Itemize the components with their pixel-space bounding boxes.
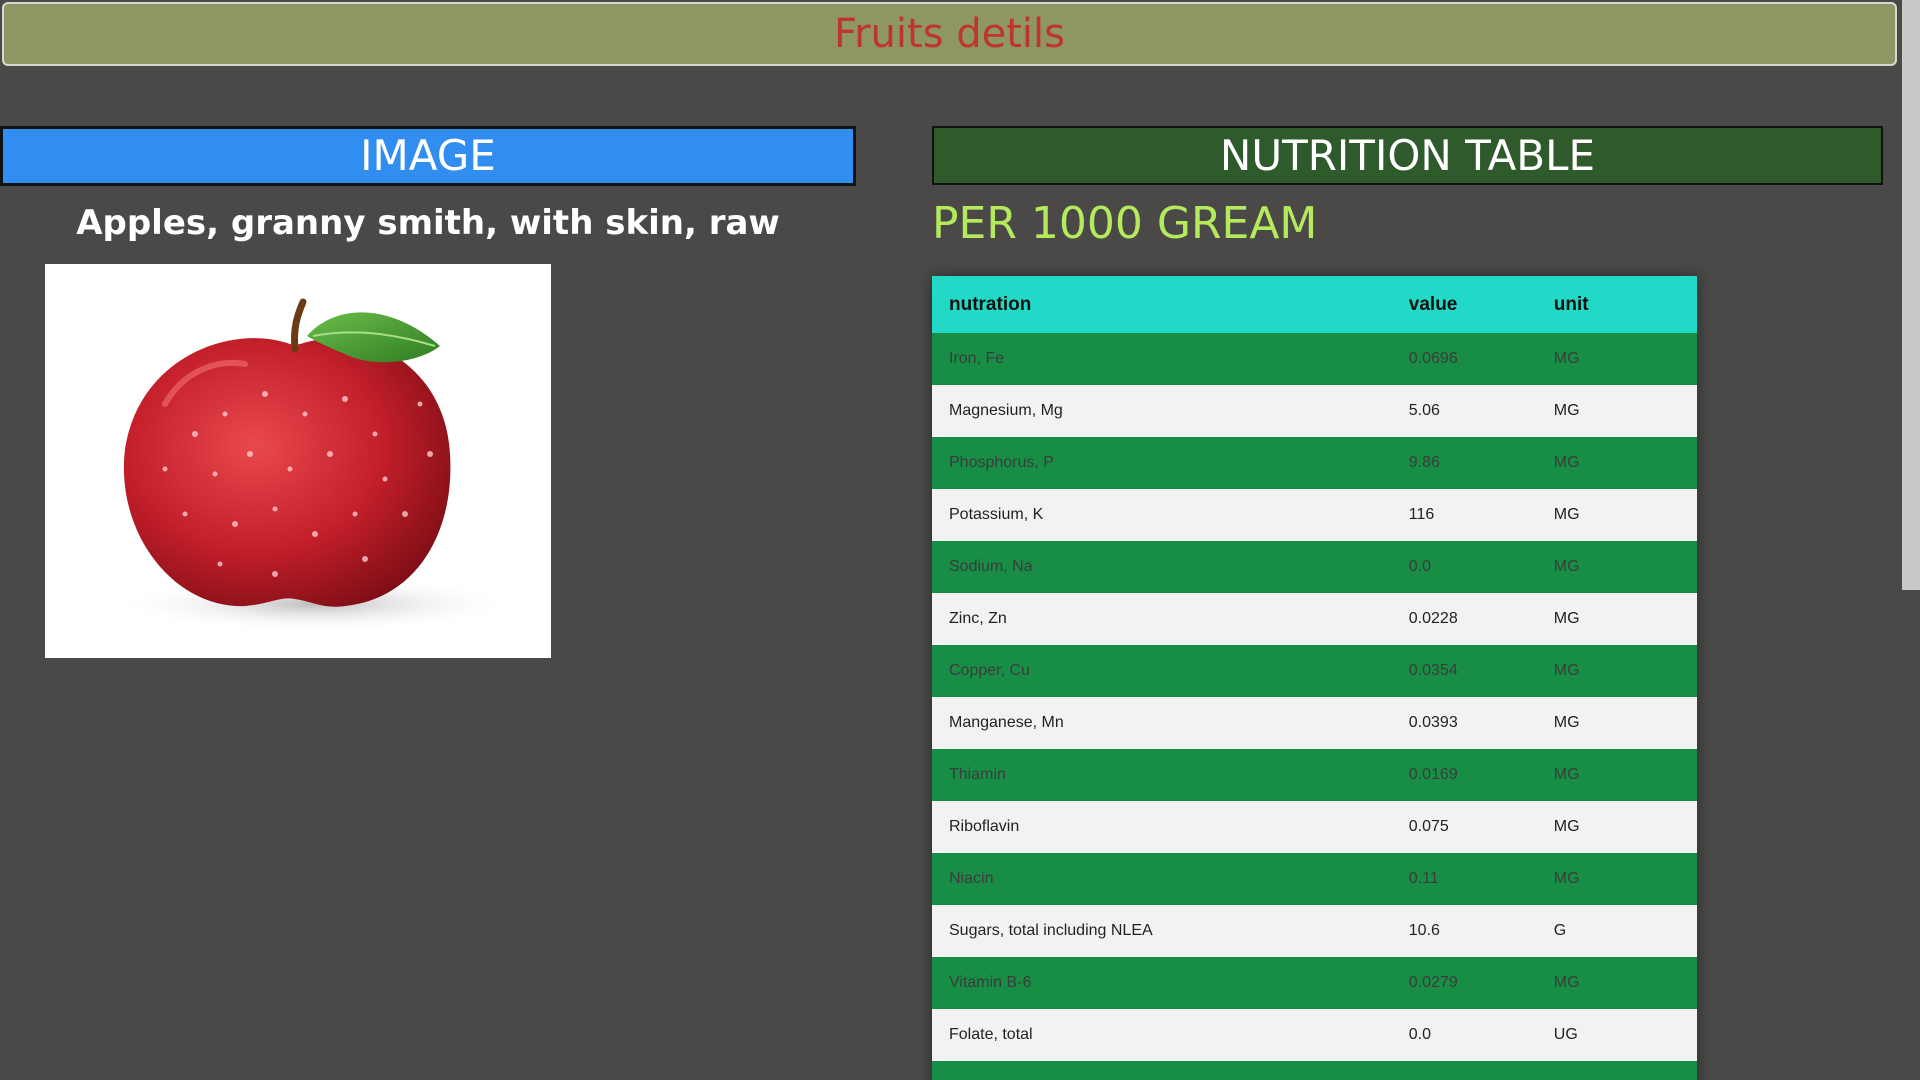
- vertical-scrollbar[interactable]: [1902, 0, 1920, 1080]
- table-row: Magnesium, Mg 5.06 MG: [932, 385, 1697, 437]
- column-header-nutration: nutration: [932, 276, 1392, 333]
- nutrient-value: 0.075: [1391, 801, 1537, 853]
- nutrient-value: 0.0279: [1391, 957, 1537, 1009]
- table-row: Thiamin 0.0169 MG: [932, 749, 1697, 801]
- nutrient-name: Zinc, Zn: [932, 593, 1392, 645]
- nutrient-name: Manganese, Mn: [932, 697, 1392, 749]
- nutrient-unit: MG: [1536, 333, 1697, 385]
- nutrient-unit: G: [1536, 905, 1697, 957]
- nutrient-name: Sugars, total including NLEA: [932, 905, 1392, 957]
- nutrient-name: Phosphorus, P: [932, 437, 1392, 489]
- nutrition-section-title: NUTRITION TABLE: [1219, 131, 1596, 180]
- title-bar: Fruits detils: [2, 2, 1897, 66]
- nutrient-value: 0.0696: [1391, 333, 1537, 385]
- nutrient-unit: [1536, 1061, 1697, 1080]
- nutrient-unit: MG: [1536, 801, 1697, 853]
- nutrition-table-wrapper: nutration value unit Iron, Fe 0.0696 MG …: [932, 276, 1697, 1080]
- scrollbar-thumb[interactable]: [1902, 0, 1920, 590]
- nutrient-value: 0.0354: [1391, 645, 1537, 697]
- nutrient-unit: MG: [1536, 541, 1697, 593]
- table-row: Iron, Fe 0.0696 MG: [932, 333, 1697, 385]
- nutrient-unit: MG: [1536, 385, 1697, 437]
- table-row: Copper, Cu 0.0354 MG: [932, 645, 1697, 697]
- nutrient-name: Magnesium, Mg: [932, 385, 1392, 437]
- table-row: Phosphorus, P 9.86 MG: [932, 437, 1697, 489]
- table-row: Vitamin B-6 0.0279 MG: [932, 957, 1697, 1009]
- nutrient-value: [1391, 1061, 1537, 1080]
- nutrient-value: 0.0169: [1391, 749, 1537, 801]
- apple-illustration: [115, 298, 515, 632]
- nutrient-value: 10.6: [1391, 905, 1537, 957]
- image-section-title: IMAGE: [360, 131, 496, 180]
- table-row: Manganese, Mn 0.0393 MG: [932, 697, 1697, 749]
- nutrient-unit: MG: [1536, 593, 1697, 645]
- table-row: Niacin 0.11 MG: [932, 853, 1697, 905]
- nutrient-value: 116: [1391, 489, 1537, 541]
- table-row: Potassium, K 116 MG: [932, 489, 1697, 541]
- nutrient-name: Vitamin B-6: [932, 957, 1392, 1009]
- table-row: Sugars, total including NLEA 10.6 G: [932, 905, 1697, 957]
- nutrient-name: Potassium, K: [932, 489, 1392, 541]
- nutrient-unit: MG: [1536, 853, 1697, 905]
- table-header-row: nutration value unit: [932, 276, 1697, 333]
- table-row: Zinc, Zn 0.0228 MG: [932, 593, 1697, 645]
- nutrient-name: Thiamin: [932, 749, 1392, 801]
- nutrient-unit: MG: [1536, 645, 1697, 697]
- nutrient-value: 0.0228: [1391, 593, 1537, 645]
- page-title: Fruits detils: [834, 11, 1065, 57]
- nutrition-table: nutration value unit Iron, Fe 0.0696 MG …: [932, 276, 1697, 1080]
- nutrient-name: Folate, total: [932, 1009, 1392, 1061]
- table-row: Sodium, Na 0.0 MG: [932, 541, 1697, 593]
- nutrient-name: [932, 1061, 1392, 1080]
- table-row: [932, 1061, 1697, 1080]
- nutrition-section-header: NUTRITION TABLE: [932, 126, 1883, 185]
- column-header-unit: unit: [1536, 276, 1697, 333]
- nutrient-name: Sodium, Na: [932, 541, 1392, 593]
- column-header-value: value: [1391, 276, 1537, 333]
- nutrient-unit: MG: [1536, 697, 1697, 749]
- nutrient-value: 0.0393: [1391, 697, 1537, 749]
- nutrient-unit: MG: [1536, 749, 1697, 801]
- nutrient-value: 9.86: [1391, 437, 1537, 489]
- nutrient-value: 5.06: [1391, 385, 1537, 437]
- image-section-header: IMAGE: [0, 126, 856, 186]
- table-row: Riboflavin 0.075 MG: [932, 801, 1697, 853]
- nutrient-name: Iron, Fe: [932, 333, 1392, 385]
- nutrient-unit: UG: [1536, 1009, 1697, 1061]
- page: Fruits detils IMAGE Apples, granny smith…: [0, 0, 1920, 1080]
- nutrient-value: 0.0: [1391, 541, 1537, 593]
- nutrient-name: Niacin: [932, 853, 1392, 905]
- nutrient-unit: MG: [1536, 489, 1697, 541]
- table-row: Folate, total 0.0 UG: [932, 1009, 1697, 1061]
- nutrient-unit: MG: [1536, 437, 1697, 489]
- nutrient-value: 0.11: [1391, 853, 1537, 905]
- nutrient-name: Copper, Cu: [932, 645, 1392, 697]
- apple-photo: [45, 264, 551, 658]
- nutrient-value: 0.0: [1391, 1009, 1537, 1061]
- nutrient-unit: MG: [1536, 957, 1697, 1009]
- per-quantity-label: PER 1000 GREAM: [932, 198, 1318, 249]
- nutrient-name: Riboflavin: [932, 801, 1392, 853]
- fruit-name: Apples, granny smith, with skin, raw: [76, 203, 780, 243]
